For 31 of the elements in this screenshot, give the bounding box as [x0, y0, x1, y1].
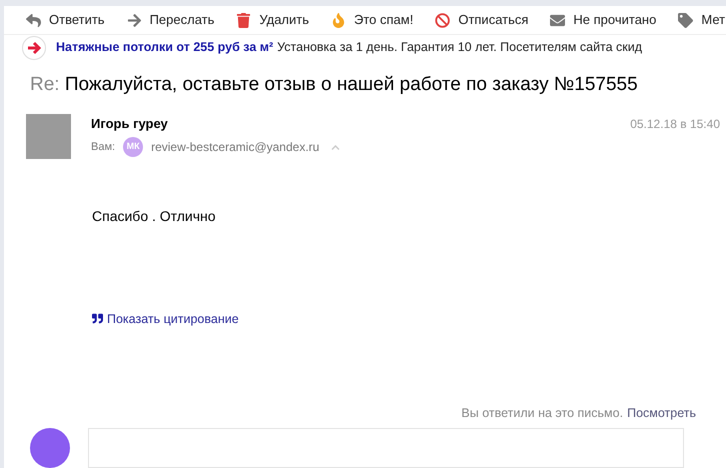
- ad-text: Установка за 1 день. Гарантия 10 лет. Посетителям сайта скид: [277, 39, 642, 56]
- avatar: [26, 114, 71, 158]
- email-subject: Re: Пожалуйста, оставьте отзыв о нашей работе по заказу №157555: [29, 73, 639, 97]
- flame-icon: [331, 12, 346, 28]
- reply-field[interactable]: [88, 428, 684, 468]
- toolbar-button[interactable]: Не прочитано: [550, 10, 656, 30]
- view-reply-link[interactable]: Посмотреть: [627, 404, 696, 423]
- quote-icon: [92, 313, 103, 324]
- ad-link[interactable]: Натяжные потолки от 255 руб за м²: [56, 38, 274, 58]
- show-quote-link[interactable]: Показать цитирование: [107, 310, 239, 328]
- tag-icon: [678, 12, 694, 28]
- right-arrow-icon: [126, 12, 142, 28]
- trash-icon: [236, 12, 252, 28]
- toolbar-button[interactable]: Ответить: [26, 10, 105, 30]
- replied-note: Вы ответили на это письмо.: [461, 405, 624, 422]
- recipient-avatar: МК: [123, 137, 144, 157]
- no-entry-icon: [435, 12, 450, 28]
- reply-icon: [26, 12, 41, 28]
- recipient-email[interactable]: review-bestceramic@yandex.ru: [151, 138, 320, 156]
- toolbar-button[interactable]: Удалить: [236, 10, 310, 30]
- toolbar-button[interactable]: Это спам!: [331, 10, 414, 30]
- toolbar-button[interactable]: Отписаться: [435, 10, 528, 30]
- chevron-icon[interactable]: [331, 142, 340, 152]
- message-body: Спасибо . Отлично: [91, 206, 217, 226]
- toolbar-button[interactable]: Переслать: [126, 10, 214, 30]
- sender-name: Игорь гуреу: [91, 114, 168, 133]
- toolbar-button[interactable]: Мет: [678, 10, 726, 30]
- recipient-label: Вам:: [91, 140, 116, 155]
- email-date: 05.12.18 в 15:40: [630, 116, 720, 132]
- user-avatar: [30, 428, 70, 468]
- envelope-icon: [550, 12, 566, 28]
